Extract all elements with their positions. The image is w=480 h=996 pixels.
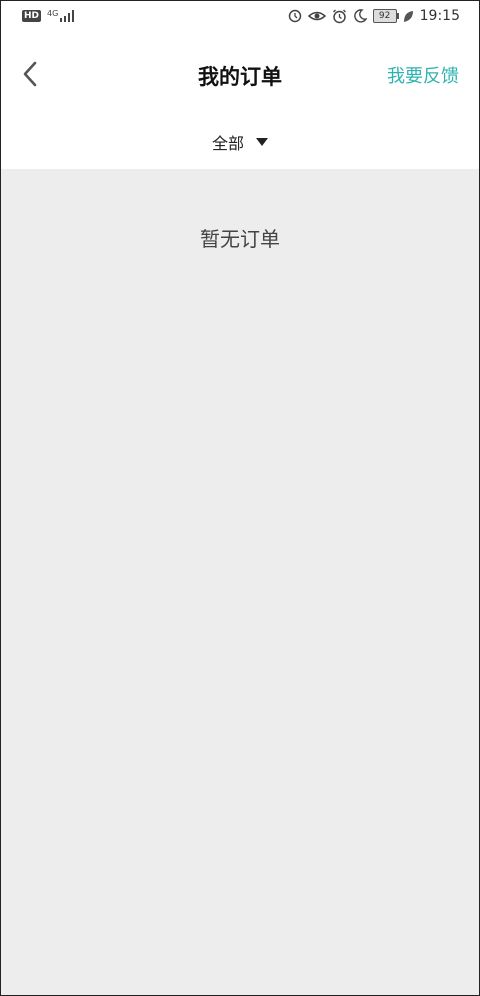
feedback-button[interactable]: 我要反馈	[387, 62, 459, 88]
battery-icon: 92	[372, 9, 399, 23]
eye-icon	[307, 11, 326, 21]
signal-bars-icon	[60, 10, 75, 22]
signal-icon: 4G	[47, 10, 75, 22]
moon-icon	[353, 9, 367, 23]
status-right: 92 19:15	[288, 8, 460, 24]
status-bar: HD 4G 92 19:15	[1, 1, 479, 37]
app-frame: HD 4G 92 19:15 我的订单 我要反馈 全部 暂无订单	[0, 0, 480, 996]
nav-header: 我的订单 我要反馈	[1, 37, 479, 111]
hd-icon: HD	[22, 10, 42, 22]
data-saver-icon	[288, 9, 301, 23]
leaf-icon	[403, 10, 413, 22]
caret-down-icon	[256, 138, 268, 146]
filter-selected-label: 全部	[211, 134, 244, 153]
order-filter-dropdown[interactable]: 全部	[1, 130, 479, 154]
status-left: HD 4G	[22, 10, 75, 22]
clock: 19:15	[419, 8, 460, 24]
network-type: 4G	[47, 9, 59, 18]
empty-orders-message: 暂无订单	[200, 227, 280, 251]
filter-bar: 全部	[1, 111, 479, 169]
alarm-icon	[332, 9, 346, 23]
